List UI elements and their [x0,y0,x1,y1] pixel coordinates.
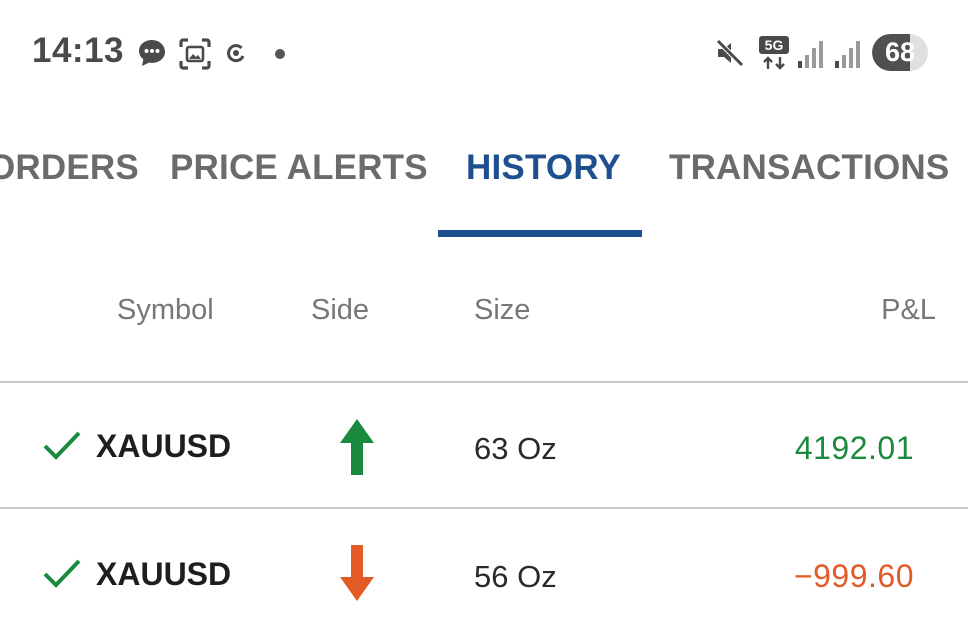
tab-orders[interactable]: ORDERS [0,148,139,188]
signal-icon [834,39,862,74]
mute-icon [714,37,746,74]
row-pl: −999.60 [793,558,914,594]
dot-icon [274,47,286,65]
screenshot-icon [178,37,212,76]
network-label: 5G [765,37,784,53]
status-time: 14:13 [32,31,125,70]
tab-bar: ORDERS PRICE ALERTS HISTORY TRANSACTIONS [0,120,968,240]
app-screen: 14:13 5G 68 ORDERS PRICE ALERTS HISTORY … [0,0,968,627]
row-symbol: XAUUSD [96,428,232,464]
chat-icon [136,37,168,74]
check-icon [42,429,82,466]
row-size: 56 Oz [474,559,557,594]
column-header-size[interactable]: Size [474,294,530,327]
active-tab-indicator [438,230,642,237]
tab-transactions[interactable]: TRANSACTIONS [669,148,949,188]
arrow-down-icon [340,545,374,606]
tab-price-alerts[interactable]: PRICE ALERTS [170,148,428,188]
tab-history[interactable]: HISTORY [466,148,621,188]
row-pl: 4192.01 [794,430,914,466]
battery-indicator: 68 [872,34,928,71]
status-bar: 14:13 5G 68 [0,0,968,104]
arrow-up-icon [340,419,374,480]
signal-icon [797,39,825,74]
column-header-side[interactable]: Side [311,294,369,327]
network-5g-icon: 5G [758,35,790,76]
column-header-symbol[interactable]: Symbol [117,294,214,327]
swirl-icon [226,43,246,68]
row-divider [0,507,968,509]
battery-percent: 68 [884,37,916,67]
header-divider [0,381,968,383]
table-row[interactable]: XAUUSD 56 Oz −999.60 [0,510,968,627]
check-icon [42,557,82,594]
column-header-pl[interactable]: P&L [881,294,936,327]
table-row[interactable]: XAUUSD 63 Oz 4192.01 [0,384,968,508]
row-size: 63 Oz [474,431,557,466]
row-symbol: XAUUSD [96,556,232,592]
